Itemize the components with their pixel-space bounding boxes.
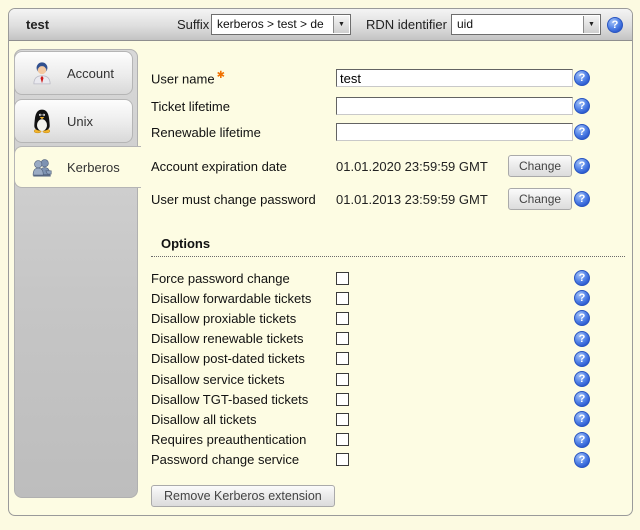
help-icon[interactable]: ?	[574, 432, 590, 448]
sidebar-item-label: Unix	[67, 114, 93, 129]
chevron-down-icon: ▼	[583, 16, 599, 33]
options-heading-text: Options	[161, 236, 210, 251]
help-icon[interactable]: ?	[574, 411, 590, 427]
requires-preauthentication-checkbox[interactable]	[336, 433, 349, 446]
must-change-password-label: User must change password	[151, 192, 336, 207]
option-label: Disallow TGT-based tickets	[151, 392, 336, 407]
people-group-icon	[29, 154, 55, 180]
page-title: test	[26, 9, 49, 40]
chevron-down-icon: ▼	[333, 16, 349, 33]
must-change-password-row: User must change password 01.01.2013 23:…	[151, 187, 590, 211]
help-icon[interactable]: ?	[574, 331, 590, 347]
title-bar: test Suffix kerberos > test > de ▼ RDN i…	[9, 9, 632, 41]
sidebar-item-unix[interactable]: Unix	[14, 99, 133, 143]
rdn-identifier-label: RDN identifier	[366, 9, 447, 40]
password-change-service-checkbox[interactable]	[336, 453, 349, 466]
option-label: Disallow post-dated tickets	[151, 351, 336, 366]
option-label: Disallow renewable tickets	[151, 331, 336, 346]
ticket-lifetime-input[interactable]	[336, 97, 573, 115]
disallow-all-tickets-checkbox[interactable]	[336, 413, 349, 426]
disallow-tgt-based-checkbox[interactable]	[336, 393, 349, 406]
help-icon[interactable]: ?	[574, 98, 590, 114]
option-label: Requires preauthentication	[151, 432, 336, 447]
disallow-renewable-checkbox[interactable]	[336, 332, 349, 345]
account-avatar-icon	[29, 60, 55, 86]
help-icon[interactable]: ?	[574, 191, 590, 207]
ticket-lifetime-label: Ticket lifetime	[151, 99, 336, 114]
help-icon[interactable]: ?	[574, 124, 590, 140]
option-row-disallow-postdated: Disallow post-dated tickets ?	[151, 349, 590, 369]
option-row-disallow-renewable: Disallow renewable tickets ?	[151, 329, 590, 349]
help-icon[interactable]: ?	[574, 351, 590, 367]
option-label: Disallow proxiable tickets	[151, 311, 336, 326]
suffix-select[interactable]: kerberos > test > de ▼	[211, 14, 351, 35]
help-icon[interactable]: ?	[574, 158, 590, 174]
account-editor-window: test Suffix kerberos > test > de ▼ RDN i…	[8, 8, 633, 516]
account-expiration-row: Account expiration date 01.01.2020 23:59…	[151, 154, 590, 178]
option-label: Disallow forwardable tickets	[151, 291, 336, 306]
tux-penguin-icon	[29, 108, 55, 134]
renewable-lifetime-input[interactable]	[336, 123, 573, 141]
help-icon[interactable]: ?	[574, 310, 590, 326]
options-list: Force password change ? Disallow forward…	[151, 268, 590, 470]
must-change-password-value: 01.01.2013 23:59:59 GMT	[336, 192, 508, 207]
account-expiration-label: Account expiration date	[151, 159, 336, 174]
option-label: Password change service	[151, 452, 336, 467]
help-icon[interactable]: ?	[574, 270, 590, 286]
remove-kerberos-extension-button[interactable]: Remove Kerberos extension	[151, 485, 335, 507]
renewable-lifetime-row: Renewable lifetime ?	[151, 120, 590, 144]
option-label: Disallow service tickets	[151, 372, 336, 387]
sidebar-item-account[interactable]: Account	[14, 51, 133, 95]
help-icon[interactable]: ?	[607, 17, 623, 33]
force-password-change-checkbox[interactable]	[336, 272, 349, 285]
label-text: User name	[151, 71, 215, 86]
option-row-requires-preauthentication: Requires preauthentication ?	[151, 430, 590, 450]
help-icon[interactable]: ?	[574, 70, 590, 86]
user-name-row: User name✱ ?	[151, 66, 590, 90]
help-icon[interactable]: ?	[574, 391, 590, 407]
option-row-disallow-forwardable: Disallow forwardable tickets ?	[151, 288, 590, 308]
sidebar-item-kerberos[interactable]: Kerberos	[14, 146, 141, 188]
option-row-disallow-proxiable: Disallow proxiable tickets ?	[151, 308, 590, 328]
disallow-postdated-checkbox[interactable]	[336, 352, 349, 365]
ticket-lifetime-row: Ticket lifetime ?	[151, 94, 590, 118]
help-icon[interactable]: ?	[574, 452, 590, 468]
rdn-identifier-select[interactable]: uid ▼	[451, 14, 601, 35]
option-row-force-password-change: Force password change ?	[151, 268, 590, 288]
change-password-date-button[interactable]: Change	[508, 188, 572, 210]
user-name-input[interactable]	[336, 69, 573, 87]
options-heading: Options	[151, 236, 625, 257]
account-expiration-value: 01.01.2020 23:59:59 GMT	[336, 159, 508, 174]
option-row-password-change-service: Password change service ?	[151, 450, 590, 470]
sidebar-item-label: Kerberos	[67, 160, 120, 175]
option-row-disallow-tgt-based: Disallow TGT-based tickets ?	[151, 389, 590, 409]
disallow-service-checkbox[interactable]	[336, 373, 349, 386]
suffix-label: Suffix	[177, 9, 209, 40]
option-row-disallow-all-tickets: Disallow all tickets ?	[151, 409, 590, 429]
disallow-proxiable-checkbox[interactable]	[336, 312, 349, 325]
sidebar-item-label: Account	[67, 66, 114, 81]
help-icon[interactable]: ?	[574, 371, 590, 387]
option-row-disallow-service: Disallow service tickets ?	[151, 369, 590, 389]
option-label: Disallow all tickets	[151, 412, 336, 427]
help-icon[interactable]: ?	[574, 290, 590, 306]
required-icon: ✱	[217, 70, 225, 81]
rdn-selected-value: uid	[457, 15, 583, 34]
change-expiration-button[interactable]: Change	[508, 155, 572, 177]
user-name-label: User name✱	[151, 70, 336, 86]
renewable-lifetime-label: Renewable lifetime	[151, 125, 336, 140]
disallow-forwardable-checkbox[interactable]	[336, 292, 349, 305]
option-label: Force password change	[151, 271, 336, 286]
suffix-selected-value: kerberos > test > de	[217, 15, 333, 34]
